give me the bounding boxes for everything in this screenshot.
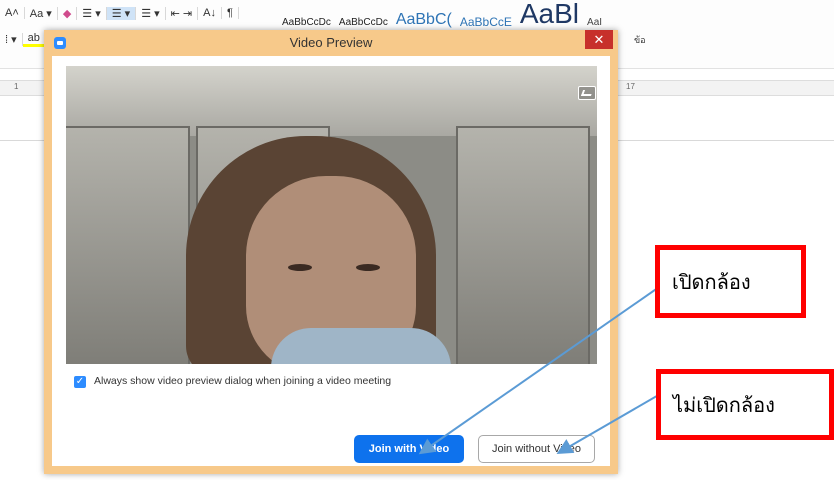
styles-gallery: AaBbCcDc AaBbCcDc AaBbC( AaBbCcE AaBl Aa… xyxy=(282,0,602,28)
highlight-button[interactable]: ab xyxy=(22,31,46,47)
change-case-button[interactable]: Aa ▾ xyxy=(25,6,58,20)
preview-cabinet-right xyxy=(456,126,590,364)
multilevel-list-button[interactable]: ☰ ▾ xyxy=(136,6,166,20)
join-without-video-button[interactable]: Join without Video xyxy=(478,435,595,463)
dialog-title: Video Preview xyxy=(289,35,373,50)
show-marks-button[interactable]: ¶ xyxy=(222,7,239,19)
callout-open-camera: เปิดกล้อง xyxy=(655,245,806,318)
indent-buttons[interactable]: ⇤ ⇥ xyxy=(166,6,199,20)
ribbon-thai-label: ข้อ xyxy=(634,35,646,45)
style-subtitle[interactable]: AaI xyxy=(587,18,602,28)
preview-person-mask xyxy=(271,328,451,364)
style-no-spacing[interactable]: AaBbCcDc xyxy=(339,18,388,28)
font-size-dropdown[interactable]: ⁞ ▾ xyxy=(0,32,23,46)
callout-no-camera: ไม่เปิดกล้อง xyxy=(656,369,834,440)
preview-person-eye xyxy=(288,264,312,271)
preview-person-eye xyxy=(356,264,380,271)
ribbon-row-font: A˄ Aa ▾ ◆ ☰ ▾ ☰ ▾ ☰ ▾ ⇤ ⇥ A↓ ¶ xyxy=(0,2,239,24)
always-show-preview-checkbox[interactable]: ✓ xyxy=(74,376,86,388)
grow-font-button[interactable]: A˄ xyxy=(0,7,25,19)
bullets-button[interactable]: ☰ ▾ xyxy=(77,6,107,20)
style-normal[interactable]: AaBbCcDc xyxy=(282,18,331,28)
style-title[interactable]: AaBl xyxy=(520,0,579,28)
close-button[interactable]: ✕ xyxy=(585,30,613,49)
ribbon-row-second: ⁞ ▾ ab xyxy=(0,28,46,50)
join-with-video-button[interactable]: Join with Video xyxy=(354,435,464,463)
style-heading-2[interactable]: AaBbCcE xyxy=(460,16,512,28)
ruler-right-mark: 17 xyxy=(626,82,635,91)
photo-icon[interactable] xyxy=(578,86,596,100)
video-preview-dialog: Video Preview ✕ ✓ Always show video prev… xyxy=(44,30,618,474)
always-show-preview-label[interactable]: Always show video preview dialog when jo… xyxy=(94,375,391,387)
dialog-titlebar[interactable]: Video Preview ✕ xyxy=(44,30,618,56)
dialog-content: ✓ Always show video preview dialog when … xyxy=(52,56,610,466)
preview-cabinet-left xyxy=(66,126,190,364)
sort-button[interactable]: A↓ xyxy=(198,7,222,19)
numbering-button[interactable]: ☰ ▾ xyxy=(106,6,137,20)
style-heading-1[interactable]: AaBbC( xyxy=(396,12,452,28)
ruler-left-mark: 1 xyxy=(14,82,19,91)
camera-preview xyxy=(66,66,597,364)
clear-format-icon[interactable]: ◆ xyxy=(58,6,78,20)
